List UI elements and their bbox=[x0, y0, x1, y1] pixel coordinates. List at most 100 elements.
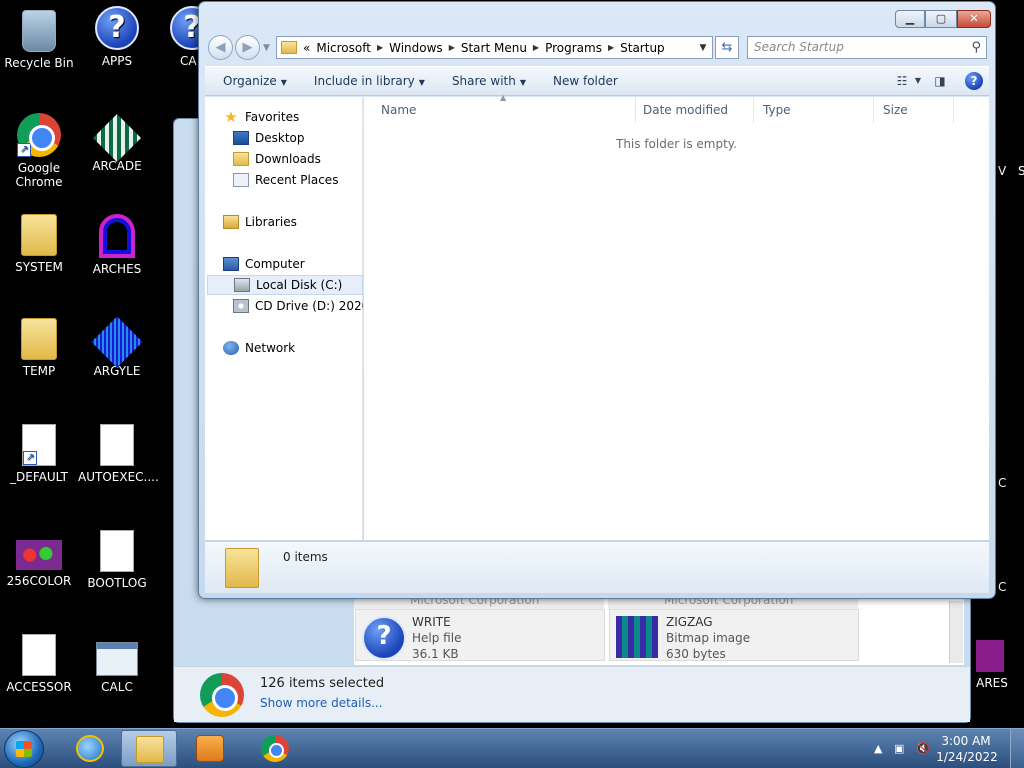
forward-button[interactable]: ▶ bbox=[235, 35, 260, 60]
refresh-button[interactable]: ⇆ bbox=[715, 36, 739, 59]
breadcrumb-separator-icon[interactable]: ▶ bbox=[533, 43, 539, 52]
desktop-icon-label: TEMP bbox=[22, 364, 56, 378]
desktop-icon-argyle[interactable]: ARGYLE bbox=[78, 316, 156, 378]
nav-label: Favorites bbox=[245, 110, 300, 124]
clock-time[interactable]: 3:00 AM bbox=[936, 734, 996, 748]
column-type[interactable]: Type bbox=[754, 97, 874, 123]
search-input[interactable]: Search Startup ⚲ bbox=[747, 36, 987, 59]
nav-computer[interactable]: Computer bbox=[223, 254, 305, 274]
new-folder-label: New folder bbox=[553, 74, 618, 88]
nav-libraries[interactable]: Libraries bbox=[223, 212, 297, 232]
ares-icon bbox=[976, 640, 1004, 672]
document-icon bbox=[22, 634, 56, 676]
desktop-icon-arcade[interactable]: ARCADE bbox=[78, 113, 156, 173]
breadcrumb-separator-icon[interactable]: ▶ bbox=[608, 43, 614, 52]
nav-local-disk-c[interactable]: Local Disk (C:) bbox=[207, 275, 363, 295]
breadcrumb-start-menu[interactable]: Start Menu bbox=[461, 41, 527, 55]
explorer-window[interactable]: ▁ ▢ ✕ ◀ ▶ ▼ « Microsoft ▶ Windows ▶ Star… bbox=[198, 1, 996, 599]
include-in-library-menu[interactable]: Include in library ▼ bbox=[305, 74, 434, 88]
nav-downloads[interactable]: Downloads bbox=[233, 149, 321, 169]
recycle-bin-icon bbox=[22, 10, 56, 52]
taskbar-google-chrome[interactable] bbox=[247, 730, 303, 767]
desktop-icon-calc[interactable]: CALC bbox=[78, 634, 156, 694]
desktop-icon-label: BOOTLOG bbox=[87, 576, 147, 590]
breadcrumb-startup[interactable]: Startup bbox=[620, 41, 665, 55]
nav-desktop[interactable]: Desktop bbox=[233, 128, 305, 148]
desktop-icon-recycle-bin[interactable]: Recycle Bin bbox=[0, 6, 78, 70]
share-with-menu[interactable]: Share with ▼ bbox=[443, 74, 535, 88]
breadcrumb-windows[interactable]: Windows bbox=[389, 41, 443, 55]
desktop-icon-apps[interactable]: ? APPS bbox=[78, 6, 156, 68]
share-with-label: Share with bbox=[451, 74, 516, 88]
file-item-zigzag[interactable]: ZIGZAG Bitmap image 630 bytes bbox=[609, 609, 859, 661]
desktop-icon-autoexec[interactable]: AUTOEXEC.... bbox=[78, 424, 159, 484]
taskbar-windows-explorer[interactable] bbox=[121, 730, 177, 767]
desktop-icon-accessor[interactable]: ACCESSOR bbox=[0, 634, 78, 694]
desktop-icon-system[interactable]: SYSTEM bbox=[0, 214, 78, 274]
nav-cd-drive-d[interactable]: CD Drive (D:) 202009 bbox=[233, 296, 363, 316]
desktop-icon-google-chrome[interactable]: ↗ Google Chrome bbox=[0, 113, 78, 189]
desktop-icon-bootlog[interactable]: BOOTLOG bbox=[78, 530, 156, 590]
view-options-chevron-icon[interactable]: ▼ bbox=[913, 71, 923, 91]
desktop-icon-arches[interactable]: ARCHES bbox=[78, 214, 156, 276]
desktop-icon-256color[interactable]: 256COLOR bbox=[0, 530, 78, 588]
back-button[interactable]: ◀ bbox=[208, 35, 233, 60]
nav-favorites[interactable]: ★ Favorites bbox=[223, 107, 299, 127]
taskbar-internet-explorer[interactable] bbox=[62, 730, 118, 767]
folder-icon bbox=[21, 214, 57, 256]
desktop-icon-default[interactable]: ↗ _DEFAULT bbox=[0, 424, 78, 484]
nav-label: CD Drive (D:) 202009 bbox=[255, 299, 363, 313]
folder-icon bbox=[281, 41, 297, 54]
argyle-icon bbox=[91, 316, 143, 368]
file-list[interactable]: ▲ Name Date modified Type Size This fold… bbox=[364, 93, 989, 540]
show-desktop-button[interactable] bbox=[1010, 729, 1024, 768]
chevron-down-icon: ▼ bbox=[280, 78, 287, 87]
column-name[interactable]: Name bbox=[372, 97, 636, 123]
close-button[interactable]: ✕ bbox=[957, 10, 991, 28]
breadcrumb-programs[interactable]: Programs bbox=[545, 41, 602, 55]
desktop-icon-label: SYSTEM bbox=[15, 260, 63, 274]
breadcrumb-separator-icon[interactable]: ▶ bbox=[377, 43, 383, 52]
libraries-icon bbox=[223, 215, 239, 229]
desktop-icon-temp[interactable]: TEMP bbox=[0, 318, 78, 378]
organize-menu[interactable]: Organize ▼ bbox=[214, 74, 296, 88]
maximize-button[interactable]: ▢ bbox=[925, 10, 957, 28]
nav-network[interactable]: Network bbox=[223, 338, 295, 358]
desktop-icon-ca[interactable]: ? CA bbox=[158, 6, 198, 68]
new-folder-button[interactable]: New folder bbox=[544, 74, 627, 88]
nav-label: Network bbox=[245, 341, 296, 355]
show-hidden-icons-icon[interactable]: ▲ bbox=[874, 742, 882, 755]
clock-date[interactable]: 1/24/2022 bbox=[934, 750, 1000, 764]
shortcut-arrow-icon: ↗ bbox=[17, 143, 31, 157]
preview-pane-icon[interactable]: ◨ bbox=[929, 71, 951, 91]
minimize-button[interactable]: ▁ bbox=[895, 10, 925, 28]
network-icon[interactable]: ▣ bbox=[894, 742, 904, 755]
search-icon[interactable]: ⚲ bbox=[971, 37, 981, 58]
help-icon[interactable]: ? bbox=[965, 72, 983, 90]
change-view-icon[interactable]: ☷ bbox=[891, 71, 913, 91]
breadcrumb-microsoft[interactable]: Microsoft bbox=[316, 41, 371, 55]
chrome-icon: ↗ bbox=[17, 113, 61, 157]
start-button[interactable] bbox=[4, 730, 44, 768]
address-dropdown-icon[interactable]: ▼ bbox=[694, 43, 712, 53]
recent-pages-dropdown[interactable]: ▼ bbox=[263, 43, 270, 53]
column-size[interactable]: Size bbox=[874, 97, 954, 123]
edge-label: C bbox=[998, 476, 1007, 490]
nav-recent-places[interactable]: Recent Places bbox=[233, 170, 338, 190]
show-more-details-link[interactable]: Show more details... bbox=[260, 696, 383, 710]
taskbar-media-player[interactable] bbox=[182, 730, 238, 767]
breadcrumb-overflow[interactable]: « bbox=[303, 41, 310, 55]
breadcrumb-separator-icon[interactable]: ▶ bbox=[449, 43, 455, 52]
nav-label: Desktop bbox=[255, 131, 305, 145]
arches-icon bbox=[99, 214, 135, 258]
column-date-modified[interactable]: Date modified bbox=[634, 97, 754, 123]
address-bar[interactable]: « Microsoft ▶ Windows ▶ Start Menu ▶ Pro… bbox=[276, 36, 713, 59]
column-label: Type bbox=[763, 103, 791, 117]
bitmap-icon bbox=[16, 540, 62, 570]
search-placeholder: Search Startup bbox=[754, 40, 844, 54]
internet-explorer-icon bbox=[76, 735, 104, 762]
file-item-write[interactable]: ? WRITE Help file 36.1 KB bbox=[355, 609, 605, 661]
help-file-icon: ? bbox=[362, 616, 406, 660]
vertical-scrollbar[interactable] bbox=[949, 601, 963, 663]
volume-muted-icon[interactable]: 🔇 bbox=[916, 742, 930, 755]
